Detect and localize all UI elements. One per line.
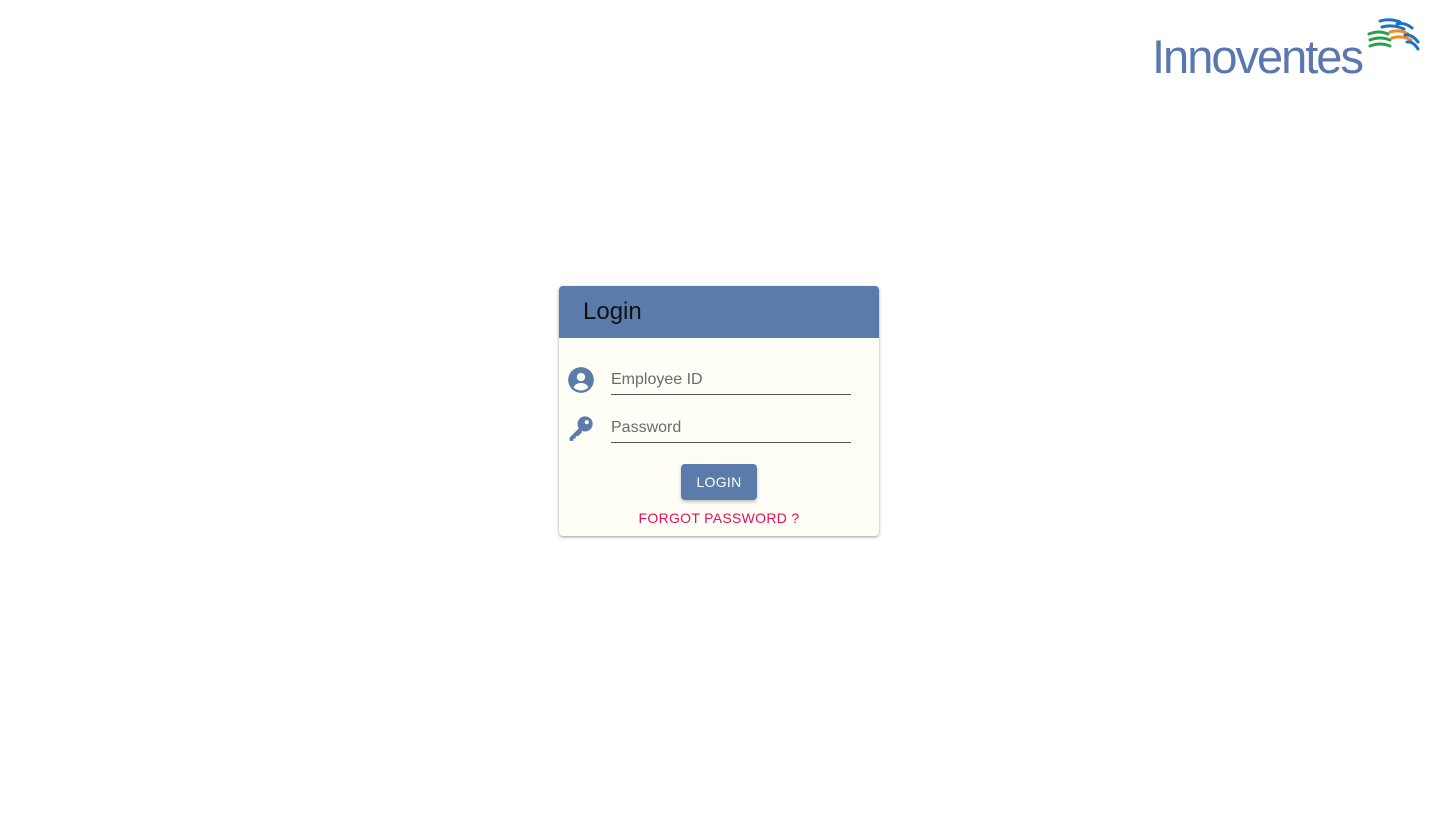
login-card: Login LOGIN FORGOT PASSWORD ? [559,286,879,536]
password-input[interactable] [611,414,851,443]
account-circle-icon [568,367,594,393]
login-page: Innoventes Login LOGIN FORGOT PASSWORD ? [0,0,1439,815]
key-icon [569,416,593,441]
employee-id-input[interactable] [611,366,851,395]
password-row [567,408,851,448]
logo-wordmark: Innoventes [1152,30,1364,83]
login-card-title: Login [583,298,642,325]
innoventes-logo: Innoventes [1150,18,1422,84]
forgot-password-link[interactable]: FORGOT PASSWORD ? [559,510,879,526]
login-button[interactable]: LOGIN [681,464,757,500]
employee-id-row [567,360,851,400]
login-card-header: Login [559,286,879,338]
